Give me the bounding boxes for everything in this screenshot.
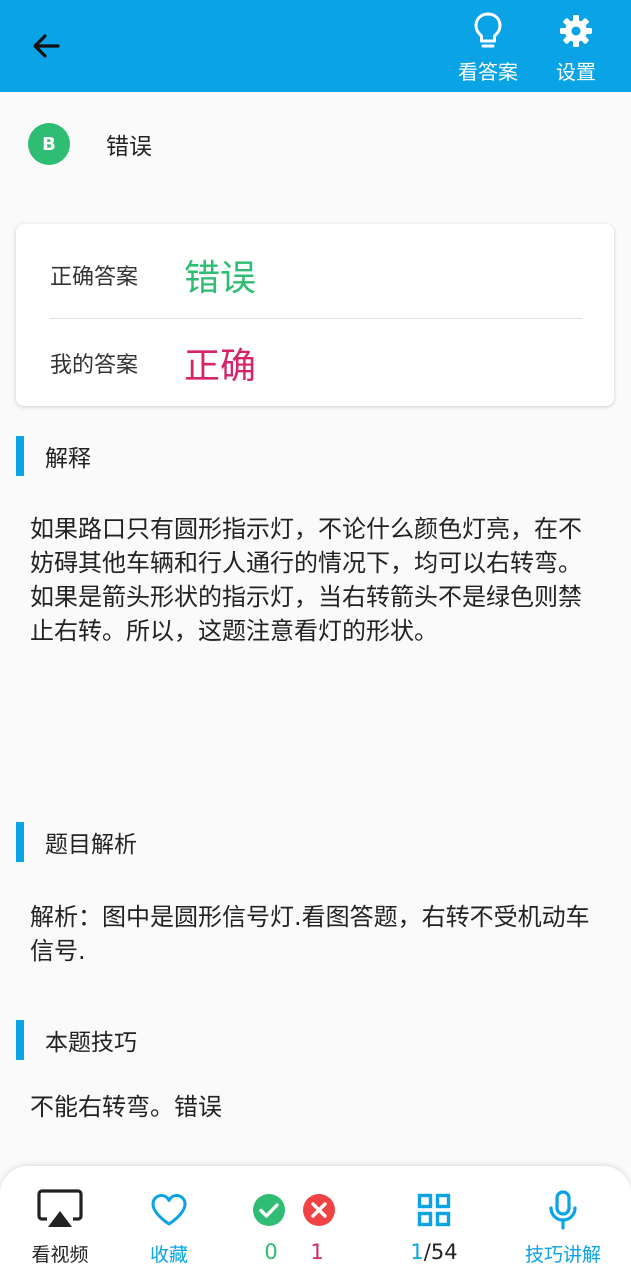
card-divider <box>50 318 582 319</box>
top-app-bar: 看答案 设置 <box>0 0 631 92</box>
grid-icon <box>417 1193 451 1227</box>
answer-result-card: 正确答案 错误 我的答案 正确 <box>16 224 614 406</box>
correct-answer-label: 正确答案 <box>50 265 139 290</box>
heart-icon <box>151 1194 187 1226</box>
analysis-section-header: 题目解析 <box>16 822 137 862</box>
tips-text: 不能右转弯。错误 <box>30 1093 222 1121</box>
page-indicator: 1/54 <box>410 1240 457 1264</box>
favorite-button[interactable]: 收藏 <box>130 1186 208 1272</box>
x-circle-icon <box>303 1194 335 1226</box>
score-summary[interactable]: 0 1 <box>248 1186 340 1272</box>
my-answer-value: 正确 <box>184 346 257 387</box>
correct-answer-value: 错误 <box>184 258 257 299</box>
section-accent-bar <box>16 436 24 476</box>
tips-explain-button[interactable]: 技巧讲解 <box>518 1186 608 1272</box>
explanation-section-header: 解释 <box>16 436 91 476</box>
microphone-icon <box>549 1190 577 1230</box>
page-current: 1 <box>410 1240 424 1264</box>
explanation-text: 如果路口只有圆形指示灯，不论什么颜色灯亮，在不妨碍其他车辆和行人通行的情况下，均… <box>30 515 582 645</box>
view-answer-label: 看答案 <box>458 60 518 84</box>
bottom-toolbar: 看视频 收藏 0 1 1/54 技巧讲解 <box>0 1166 631 1280</box>
watch-video-label: 看视频 <box>31 1244 89 1266</box>
correct-answer-row: 正确答案 错误 <box>50 232 582 318</box>
answer-option-b[interactable]: B 错误 <box>28 120 608 168</box>
analysis-title: 题目解析 <box>45 832 137 858</box>
back-button[interactable] <box>22 24 70 68</box>
explanation-title: 解释 <box>45 446 91 472</box>
tips-explain-label: 技巧讲解 <box>524 1244 601 1266</box>
section-accent-bar <box>16 822 24 862</box>
view-answer-button[interactable]: 看答案 <box>448 8 528 88</box>
wrong-count: 1 <box>310 1240 324 1264</box>
tips-section-header: 本题技巧 <box>16 1020 137 1060</box>
check-circle-icon <box>253 1194 285 1226</box>
gear-icon <box>560 15 592 47</box>
arrow-left-icon <box>33 34 60 58</box>
section-accent-bar <box>16 1020 24 1060</box>
analysis-text: 解析：图中是圆形信号灯.看图答题，右转不受机动车信号. <box>30 903 590 965</box>
favorite-label: 收藏 <box>149 1244 188 1266</box>
right-count: 0 <box>264 1240 278 1264</box>
lightbulb-icon <box>474 12 502 48</box>
settings-button[interactable]: 设置 <box>536 8 616 88</box>
watch-video-button[interactable]: 看视频 <box>18 1186 102 1272</box>
my-answer-label: 我的答案 <box>50 353 139 378</box>
settings-label: 设置 <box>556 60 596 84</box>
question-list-button[interactable]: 1/54 <box>394 1186 474 1272</box>
airplay-icon <box>37 1189 83 1227</box>
my-answer-row: 我的答案 正确 <box>50 320 582 406</box>
tips-title: 本题技巧 <box>45 1030 137 1056</box>
page-total: /54 <box>423 1240 458 1264</box>
option-letter-badge: B <box>28 123 70 165</box>
option-text: 错误 <box>106 134 152 160</box>
